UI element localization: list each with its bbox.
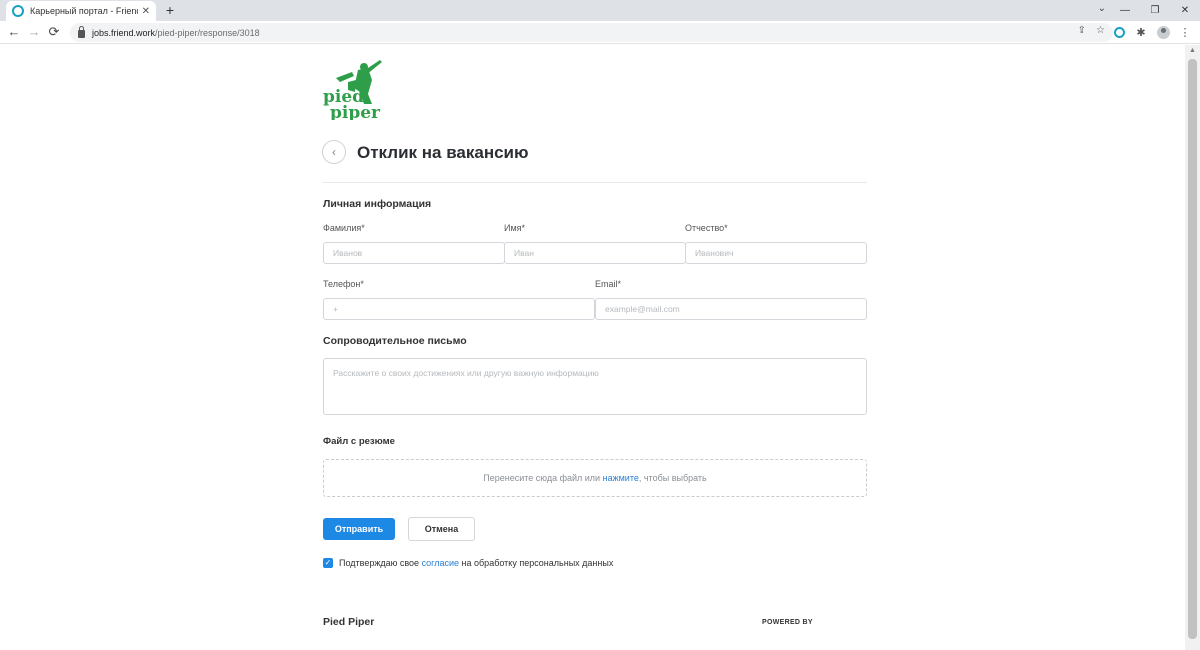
toolbar-extension-icons: ✱ ⋮ — [1112, 25, 1192, 39]
browser-toolbar: ← → ⟳ jobs.friend.work/pied-piper/respon… — [0, 21, 1200, 44]
first-name-label: Имя* — [504, 223, 526, 233]
resume-heading: Файл с резюме — [323, 436, 395, 447]
share-icon[interactable]: ⇪ — [1078, 25, 1086, 36]
last-name-input[interactable]: Иванов — [323, 242, 505, 264]
close-window-button[interactable]: ✕ — [1170, 0, 1200, 21]
lock-icon — [78, 25, 85, 38]
resume-dropzone[interactable]: Перенесите сюда файл или нажмите, чтобы … — [323, 459, 867, 497]
checkmark-icon: ✓ — [324, 558, 332, 567]
cancel-button[interactable]: Отмена — [408, 517, 475, 541]
cover-letter-placeholder: Расскажите о своих достижениях или другу… — [333, 368, 599, 378]
cover-letter-heading: Сопроводительное письмо — [323, 335, 467, 347]
dropzone-text-after: , чтобы выбрать — [638, 473, 707, 483]
phone-placeholder: + — [333, 304, 338, 314]
pied-piper-logo: pied piper — [323, 60, 382, 120]
first-name-placeholder: Иван — [514, 248, 534, 258]
consent-checkbox[interactable]: ✓ — [323, 558, 333, 568]
address-bar[interactable]: jobs.friend.work/pied-piper/response/301… — [70, 23, 1113, 42]
reload-icon[interactable]: ⟳ — [46, 24, 62, 40]
consent-text-before: Подтверждаю свое — [339, 558, 422, 568]
phone-input[interactable]: + — [323, 298, 595, 320]
dropzone-text-before: Перенесите сюда файл или — [483, 473, 601, 483]
first-name-input[interactable]: Иван — [504, 242, 686, 264]
title-divider — [322, 182, 867, 183]
powered-by-label: POWERED BY — [762, 619, 813, 626]
tab-title: Карьерный портал - FriendWork — [30, 6, 138, 16]
email-input[interactable]: example@mail.com — [595, 298, 867, 320]
chevron-left-icon: ‹ — [332, 145, 336, 159]
consent-link[interactable]: согласие — [422, 558, 459, 568]
url-path: /pied-piper/response/3018 — [155, 27, 260, 38]
friendwork-favicon-icon — [12, 5, 24, 17]
scrollbar-thumb[interactable] — [1188, 59, 1197, 639]
new-tab-button[interactable]: + — [162, 2, 178, 18]
url-host: jobs.friend.work — [92, 27, 156, 38]
email-label: Email* — [595, 279, 622, 289]
browser-tab[interactable]: Карьерный портал - FriendWork ✕ — [6, 1, 156, 21]
browser-tab-bar: Карьерный портал - FriendWork ✕ + ⌄ — ❐ … — [0, 0, 1200, 21]
restore-button[interactable]: ❐ — [1140, 0, 1170, 21]
cover-letter-textarea[interactable]: Расскажите о своих достижениях или другу… — [323, 358, 867, 415]
last-name-placeholder: Иванов — [333, 248, 363, 258]
dropzone-select-link[interactable]: нажмите — [603, 473, 639, 483]
scroll-up-arrow-icon[interactable]: ▲ — [1189, 47, 1196, 54]
page-title: Отклик на вакансию — [357, 143, 529, 162]
back-arrow-icon[interactable]: ← — [6, 24, 22, 39]
logo-text-piper: piper — [330, 103, 381, 120]
minimize-button[interactable]: — — [1110, 0, 1140, 21]
address-bar-actions: ⇪ ☆ — [1078, 25, 1105, 36]
middle-name-input[interactable]: Иванович — [685, 242, 867, 264]
forward-arrow-icon[interactable]: → — [26, 24, 42, 39]
consent-row: ✓ Подтверждаю свое согласие на обработку… — [323, 558, 613, 568]
page-scrollbar[interactable]: ▲ — [1185, 45, 1200, 650]
email-placeholder: example@mail.com — [605, 304, 680, 314]
middle-name-placeholder: Иванович — [695, 248, 734, 258]
back-button[interactable]: ‹ — [322, 140, 346, 164]
submit-button[interactable]: Отправить — [323, 518, 395, 540]
footer-company-name: Pied Piper — [323, 616, 375, 628]
window-controls: — ❐ ✕ — [1110, 0, 1200, 21]
browser-menu-icon[interactable]: ⋮ — [1178, 25, 1192, 39]
tab-close-icon[interactable]: ✕ — [142, 6, 150, 17]
middle-name-label: Отчество* — [685, 223, 728, 233]
personal-info-heading: Личная информация — [323, 198, 432, 210]
extensions-puzzle-icon[interactable]: ✱ — [1134, 25, 1148, 39]
consent-text-after: на обработку персональных данных — [459, 558, 614, 568]
last-name-label: Фамилия* — [323, 223, 365, 233]
phone-label: Телефон* — [323, 279, 364, 289]
friendwork-extension-icon[interactable] — [1112, 25, 1126, 39]
bookmark-star-icon[interactable]: ☆ — [1096, 25, 1105, 36]
tab-search-dropdown-icon[interactable]: ⌄ — [1098, 3, 1106, 14]
profile-avatar-icon[interactable] — [1156, 25, 1170, 39]
